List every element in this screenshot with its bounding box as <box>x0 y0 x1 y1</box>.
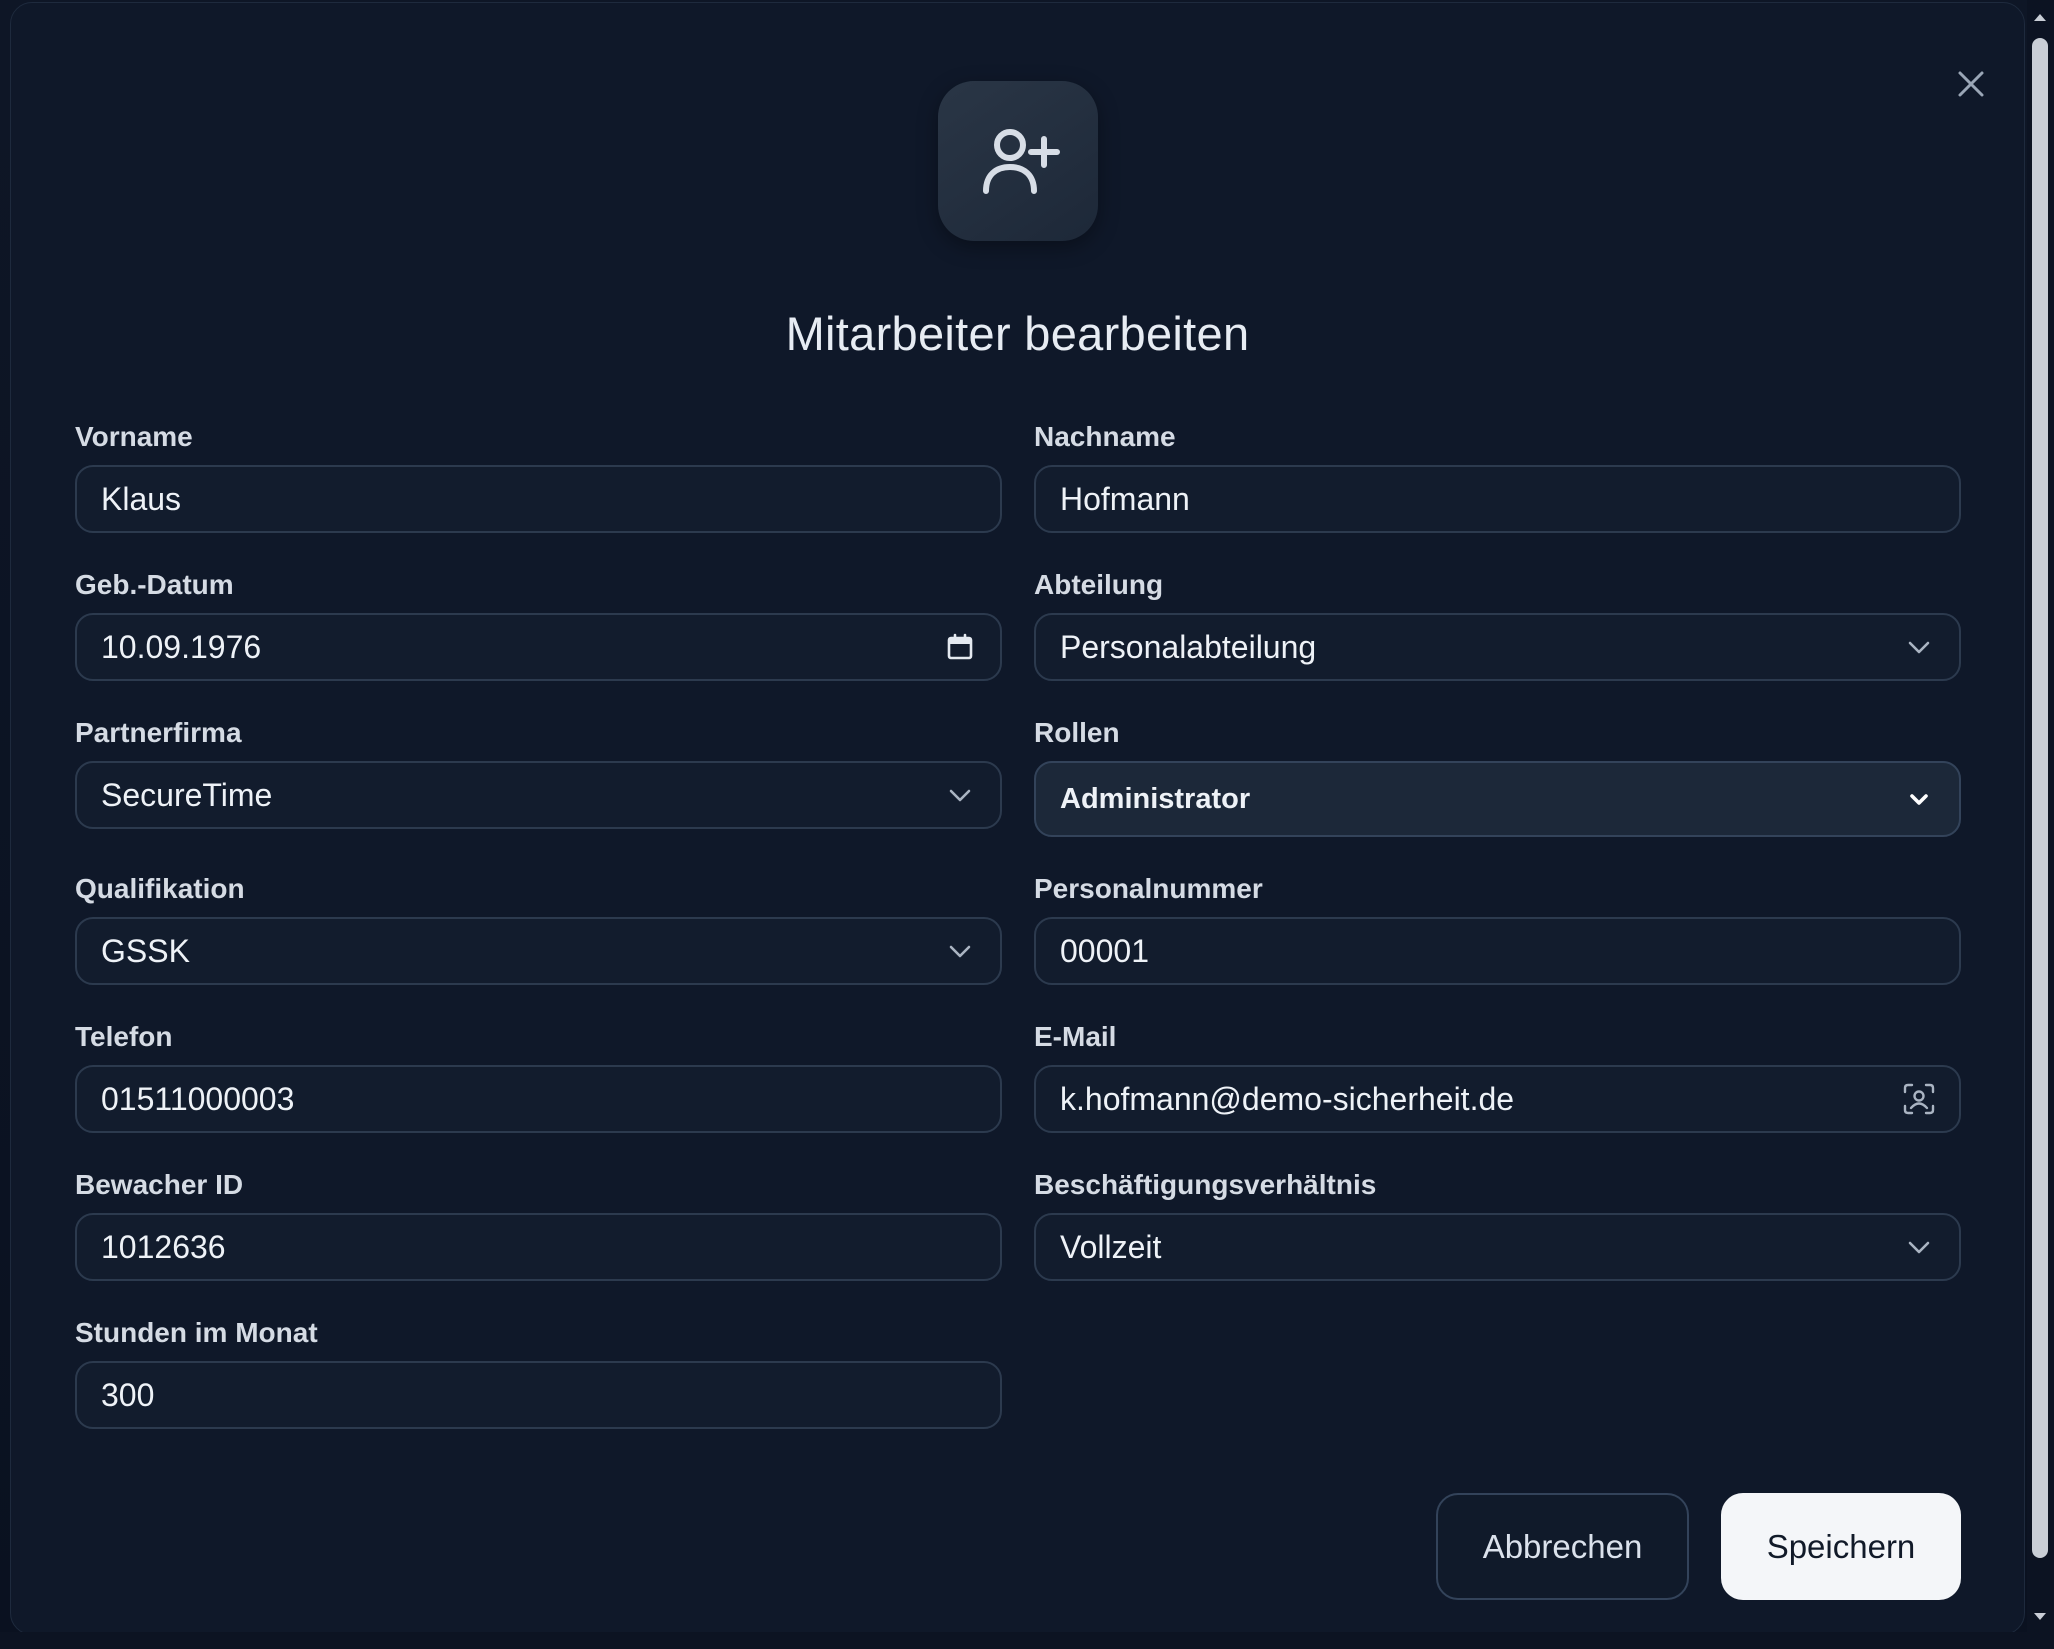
rollen-select[interactable]: Administrator <box>1034 761 1961 837</box>
email-input[interactable]: k.hofmann@demo-sicherheit.de <box>1034 1065 1961 1133</box>
geburtsdatum-label: Geb.-Datum <box>75 569 234 600</box>
stunden-label: Stunden im Monat <box>75 1317 318 1348</box>
contact-scan-icon[interactable] <box>1899 1079 1939 1119</box>
scroll-up-arrow[interactable] <box>2032 8 2048 26</box>
abteilung-select[interactable]: Personalabteilung <box>1034 613 1961 681</box>
bewacher-id-input[interactable]: 1012636 <box>75 1213 1002 1281</box>
chevron-down-icon <box>1899 627 1939 667</box>
abteilung-label: Abteilung <box>1034 569 1164 600</box>
user-plus-icon-tile <box>938 81 1098 241</box>
personalnummer-label: Personalnummer <box>1034 873 1263 904</box>
rollen-value: Administrator <box>1060 782 1251 815</box>
qualifikation-label: Qualifikation <box>75 873 245 904</box>
scroll-down-arrow[interactable] <box>2032 1608 2048 1626</box>
stunden-value: 300 <box>101 1376 155 1413</box>
nachname-label: Nachname <box>1034 421 1176 452</box>
telefon-value: 01511000003 <box>101 1080 295 1117</box>
personalnummer-value: 00001 <box>1060 932 1149 969</box>
telefon-label: Telefon <box>75 1021 173 1052</box>
partnerfirma-select[interactable]: SecureTime <box>75 761 1002 829</box>
dialog-title: Mitarbeiter bearbeiten <box>785 307 1250 360</box>
cancel-button[interactable]: Abbrechen <box>1436 1493 1689 1600</box>
email-value: k.hofmann@demo-sicherheit.de <box>1060 1080 1515 1117</box>
user-plus-icon <box>983 129 1060 194</box>
calendar-icon[interactable] <box>940 627 980 667</box>
nachname-input[interactable]: Hofmann <box>1034 465 1961 533</box>
personalnummer-input[interactable]: 00001 <box>1034 917 1961 985</box>
geburtsdatum-input[interactable]: 10.09.1976 <box>75 613 1002 681</box>
stunden-input[interactable]: 300 <box>75 1361 1002 1429</box>
beschaeftigung-select[interactable]: Vollzeit <box>1034 1213 1961 1281</box>
abteilung-value: Personalabteilung <box>1060 628 1317 665</box>
close-icon <box>1958 71 1984 97</box>
qualifikation-select[interactable]: GSSK <box>75 917 1002 985</box>
scrollbar-thumb[interactable] <box>2032 38 2048 1558</box>
chevron-down-icon <box>1899 779 1939 819</box>
geburtsdatum-value: 10.09.1976 <box>101 628 262 665</box>
chevron-down-icon <box>1899 1227 1939 1267</box>
rollen-label: Rollen <box>1034 717 1120 748</box>
partnerfirma-value: SecureTime <box>101 776 273 813</box>
close-button[interactable] <box>1951 64 1991 104</box>
horizontal-scrollbar[interactable] <box>0 1632 2027 1649</box>
vorname-label: Vorname <box>75 421 193 452</box>
vorname-input[interactable]: Klaus <box>75 465 1002 533</box>
partnerfirma-label: Partnerfirma <box>75 717 242 748</box>
vorname-value: Klaus <box>101 480 182 517</box>
save-button[interactable]: Speichern <box>1721 1493 1961 1600</box>
bewacher-id-label: Bewacher ID <box>75 1169 244 1200</box>
telefon-input[interactable]: 01511000003 <box>75 1065 1002 1133</box>
beschaeftigung-value: Vollzeit <box>1060 1228 1162 1265</box>
chevron-down-icon <box>940 931 980 971</box>
email-label: E-Mail <box>1034 1021 1117 1052</box>
qualifikation-value: GSSK <box>101 932 190 969</box>
beschaeftigung-label: Beschäftigungsverhältnis <box>1034 1169 1377 1200</box>
bewacher-id-value: 1012636 <box>101 1228 226 1265</box>
nachname-value: Hofmann <box>1060 480 1190 517</box>
chevron-down-icon <box>940 775 980 815</box>
